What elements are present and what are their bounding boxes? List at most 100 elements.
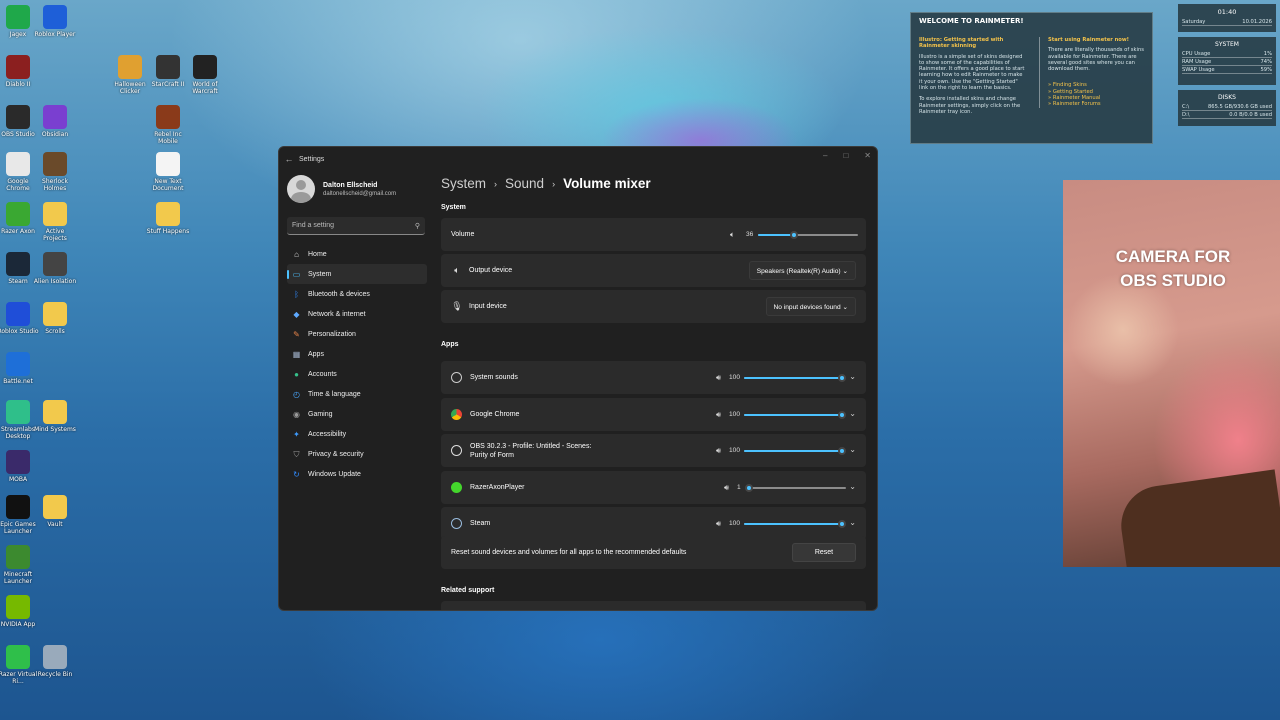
- desktop-shortcut[interactable]: Battle.net: [0, 352, 40, 385]
- chevron-down-icon[interactable]: ⌄: [849, 518, 856, 527]
- desktop-shortcut[interactable]: Stuff Happens: [146, 202, 190, 235]
- sidebar-item-personalization[interactable]: ✎ Personalization: [287, 324, 427, 344]
- chevron-down-icon[interactable]: ⌄: [849, 409, 856, 418]
- chevron-down-icon: ⌄: [842, 304, 848, 311]
- chevron-right-icon: ›: [494, 178, 498, 189]
- app-volume-slider[interactable]: [744, 410, 846, 419]
- desktop-shortcut[interactable]: World of Warcraft: [183, 55, 227, 95]
- desktop-shortcut[interactable]: Mind Systems: [33, 400, 77, 433]
- desktop-shortcut[interactable]: NVIDIA App: [0, 595, 40, 628]
- desktop-shortcut[interactable]: Scrolls: [33, 302, 77, 335]
- slider-fill: [758, 234, 794, 236]
- clock-day: Saturday: [1182, 18, 1206, 25]
- sidebar-item-time-language[interactable]: ◴ Time & language: [287, 384, 427, 404]
- app-volume-row: System sounds 🔊︎ 100 ⌄: [441, 361, 866, 394]
- desktop-shortcut[interactable]: MOBA: [0, 450, 40, 483]
- chevron-down-icon[interactable]: ⌄: [849, 445, 856, 454]
- search-placeholder: Find a setting: [292, 222, 335, 229]
- app-volume-slider[interactable]: [744, 483, 846, 492]
- steam-icon: [6, 252, 30, 276]
- desktop-shortcut-label: Sherlock Holmes: [42, 178, 68, 192]
- recycle-bin-icon: [43, 645, 67, 669]
- app-volume-slider[interactable]: [744, 374, 846, 382]
- desktop-shortcut[interactable]: Rebel Inc Mobile: [146, 105, 190, 145]
- breadcrumb-sound[interactable]: Sound: [505, 176, 544, 191]
- app-volume-value: 100: [729, 447, 741, 454]
- window-title: Settings: [299, 155, 325, 163]
- microphone-icon: 🎙︎: [451, 301, 463, 311]
- desktop-shortcut[interactable]: Recycle Bin: [33, 645, 77, 678]
- battlenet-icon: [6, 352, 30, 376]
- desktop-shortcut[interactable]: Obsidian: [33, 105, 77, 138]
- search-input[interactable]: Find a setting ⚲: [287, 217, 425, 235]
- slider-thumb[interactable]: [838, 447, 846, 455]
- app-volume-slider[interactable]: [744, 447, 846, 455]
- speaker-icon[interactable]: 🔊︎: [716, 446, 721, 456]
- breadcrumb-system[interactable]: System: [441, 176, 486, 191]
- input-device-dropdown[interactable]: No input devices found ⌄: [765, 297, 856, 316]
- sidebar-item-network-internet[interactable]: ◆ Network & internet: [287, 304, 427, 324]
- speaker-icon[interactable]: 🔊︎: [716, 410, 721, 420]
- clock-time: 01:40: [1217, 8, 1237, 16]
- maximize-icon[interactable]: □: [843, 151, 848, 160]
- app-name: Steam: [470, 520, 491, 527]
- rainmeter-right-body: There are literally thousands of skins a…: [1048, 47, 1144, 73]
- slider-fill: [744, 377, 842, 379]
- desktop-shortcut-label: World of Warcraft: [192, 81, 218, 95]
- desktop-shortcut[interactable]: New Text Document: [146, 152, 190, 192]
- desktop-shortcut[interactable]: Sherlock Holmes: [33, 152, 77, 192]
- speaker-icon[interactable]: 🔈︎: [730, 230, 735, 240]
- razer-icon: [6, 202, 30, 226]
- speaker-icon[interactable]: 🔊︎: [716, 373, 721, 383]
- sidebar-item-bluetooth-devices[interactable]: ᛒ Bluetooth & devices: [287, 284, 427, 304]
- sidebar-item-system[interactable]: ▭ System: [287, 264, 427, 284]
- desktop-shortcut[interactable]: Active Projects: [33, 202, 77, 242]
- desktop-shortcut[interactable]: Roblox Player: [33, 5, 77, 38]
- sidebar-item-apps[interactable]: ▦ Apps: [287, 344, 427, 364]
- volume-label: Volume: [451, 231, 475, 238]
- sidebar-item-gaming[interactable]: ◉ Gaming: [287, 404, 427, 424]
- shield-icon: ⛉: [293, 449, 300, 459]
- slider-thumb[interactable]: [790, 231, 798, 239]
- sidebar-item-accessibility[interactable]: ✦ Accessibility: [287, 424, 427, 444]
- minecraft-icon: [6, 545, 30, 569]
- reset-button[interactable]: Reset: [792, 543, 856, 562]
- sidebar-item-accounts[interactable]: ● Accounts: [287, 364, 427, 384]
- apps-section-header: Apps: [441, 341, 459, 348]
- cpu-label: CPU Usage: [1182, 50, 1211, 57]
- sidebar-item-windows-update[interactable]: ↻ Windows Update: [287, 464, 427, 484]
- starcraft-icon: [156, 55, 180, 79]
- settings-window: ← Settings – □ ✕ Dalton Ellscheid dalton…: [278, 146, 878, 611]
- sidebar-item-home[interactable]: ⌂ Home: [287, 244, 427, 264]
- slider-thumb[interactable]: [838, 374, 846, 382]
- obsidian-icon: [43, 105, 67, 129]
- slider-thumb[interactable]: [838, 520, 846, 528]
- rainmeter-link-forums[interactable]: » Rainmeter Forums: [1048, 101, 1147, 107]
- speaker-icon[interactable]: 🔊︎: [716, 519, 721, 529]
- desktop-shortcut[interactable]: Vault: [33, 495, 77, 528]
- sidebar-item-privacy-security[interactable]: ⛉ Privacy & security: [287, 444, 427, 464]
- related-support-card: [441, 601, 866, 610]
- desktop-shortcut[interactable]: Diablo II: [0, 55, 40, 88]
- desktop-shortcut[interactable]: Alien Isolation: [33, 252, 77, 285]
- output-device-dropdown[interactable]: Speakers (Realtek(R) Audio) ⌄: [748, 261, 856, 280]
- chevron-down-icon[interactable]: ⌄: [849, 482, 856, 491]
- slider-thumb[interactable]: [838, 410, 846, 419]
- reset-description: Reset sound devices and volumes for all …: [451, 549, 687, 556]
- slider-thumb[interactable]: [744, 483, 753, 492]
- back-arrow-icon[interactable]: ←: [279, 154, 299, 164]
- close-icon[interactable]: ✕: [864, 151, 871, 160]
- speaker-icon[interactable]: 🔊︎: [724, 483, 729, 493]
- master-volume-slider[interactable]: [758, 231, 858, 239]
- desktop-shortcut-label: Roblox Player: [34, 31, 76, 38]
- app-volume-slider[interactable]: [744, 520, 846, 528]
- minimize-icon[interactable]: –: [823, 151, 827, 160]
- user-profile[interactable]: Dalton Ellscheid daltonellscheid@gmail.c…: [287, 175, 396, 203]
- desktop-shortcut-label: Battle.net: [3, 378, 33, 385]
- app-volume-value: 100: [729, 410, 741, 418]
- sidebar-item-label: Personalization: [308, 330, 356, 338]
- streamlabs-icon: [6, 400, 30, 424]
- desktop-shortcut-label: New Text Document: [152, 178, 184, 192]
- desktop-shortcut[interactable]: Minecraft Launcher: [0, 545, 40, 585]
- chevron-down-icon[interactable]: ⌄: [849, 372, 856, 381]
